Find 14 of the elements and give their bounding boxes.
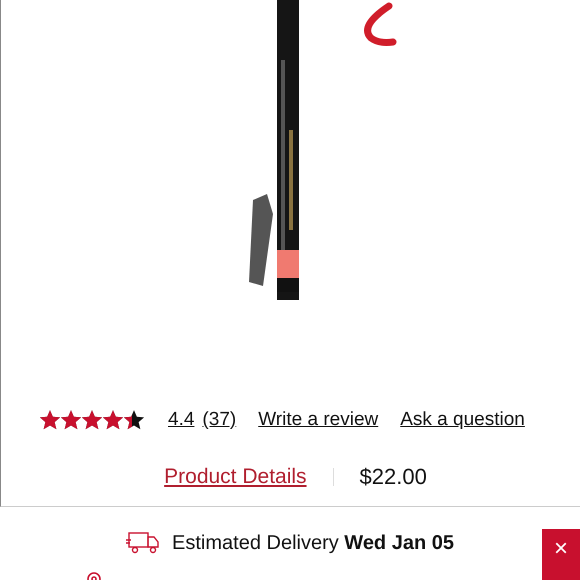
text-link[interactable]: Ask a question	[400, 409, 525, 431]
close-button[interactable]: ×	[542, 529, 580, 580]
star-icon	[102, 409, 124, 431]
star-icon	[60, 409, 82, 431]
truck-icon	[126, 531, 160, 555]
product-details-link[interactable]: Product Details	[164, 465, 307, 489]
text-link[interactable]: Write a review	[258, 409, 378, 431]
star-icon	[123, 409, 145, 431]
review-count-link[interactable]: (37)	[202, 409, 236, 431]
price: $22.00	[360, 464, 427, 490]
rating-score-link[interactable]: 4.4	[168, 409, 194, 431]
estimated-delivery-text: Estimated Delivery Wed Jan 05	[172, 532, 454, 554]
star-icon	[81, 409, 103, 431]
star-icon	[39, 409, 61, 431]
